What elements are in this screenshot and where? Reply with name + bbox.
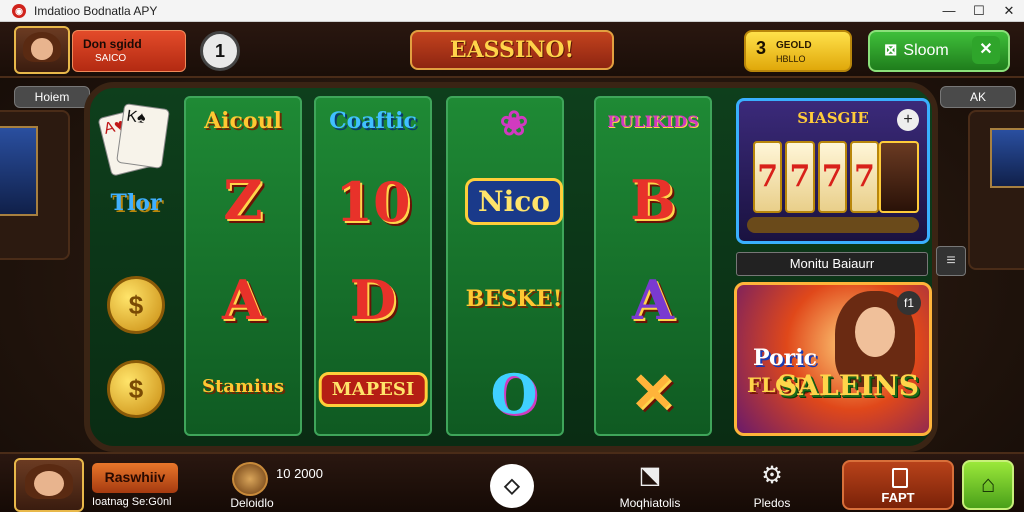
- player-avatar[interactable]: [14, 26, 70, 74]
- symbol-word: Tlor: [110, 190, 162, 216]
- promo-line-1: Poric: [753, 345, 817, 371]
- gear-icon[interactable]: ⚙: [756, 460, 788, 492]
- share-label: Moqhiatolis: [619, 496, 681, 510]
- credit-value: 10 2000: [276, 466, 323, 481]
- background-screen-left: [0, 126, 38, 216]
- background-slot-machine-right: [968, 110, 1024, 270]
- symbol-badge: Nico: [465, 178, 563, 225]
- coin-sublabel: HBLLO: [776, 54, 806, 64]
- avatar-face: [30, 37, 54, 60]
- gold-coin-icon: $: [107, 360, 165, 418]
- symbol-word: BESKE!: [465, 286, 563, 312]
- close-icon[interactable]: ✕: [972, 36, 1000, 64]
- sloom-button[interactable]: ⊠ Sloom ✕: [868, 30, 1010, 72]
- settings-label: Pledos: [753, 496, 791, 510]
- coin-label: GEOLD: [776, 40, 812, 51]
- game-window: ◉ Imdatioo Bodnatla APY — ☐ ✕ Don sgidd …: [0, 0, 1024, 512]
- top-bar: Don sgidd SAICO 1 EASSINO! 3 GEOLD HBLLO…: [0, 22, 1024, 78]
- portrait-face: [855, 307, 895, 357]
- exit-label: FAPT: [881, 490, 915, 505]
- window-title: Imdatioo Bodnatla APY: [34, 3, 158, 18]
- friend-avatar[interactable]: [232, 462, 268, 496]
- slot-machine-panel[interactable]: SIASGIE + 7 7 7 7: [736, 98, 930, 244]
- box-icon: ⊠: [884, 42, 898, 59]
- home-pill[interactable]: Hoiem: [14, 86, 90, 108]
- bottom-bar: Raswhiiv Ioatnag Se:G0nl Deloidlo 10 200…: [0, 452, 1024, 512]
- symbol-cross-icon: ✕: [630, 360, 676, 424]
- center-action-button[interactable]: ◇: [490, 464, 534, 508]
- close-button[interactable]: ✕: [994, 0, 1024, 22]
- app-icon: ◉: [12, 3, 26, 18]
- slot-reel-cell: 7: [849, 141, 879, 213]
- maximize-button[interactable]: ☐: [964, 0, 994, 22]
- card-front: K♠: [116, 103, 170, 169]
- symbol-word: Coaftic: [329, 108, 417, 134]
- game-logo: EASSINO!: [410, 30, 614, 70]
- symbol-badge: MAPESI: [318, 372, 428, 407]
- round-indicator-button[interactable]: 1: [200, 31, 240, 71]
- plus-icon[interactable]: +: [897, 109, 919, 131]
- share-icon[interactable]: ⬔: [634, 460, 666, 492]
- promo-banner[interactable]: Poric FLOD SALEINS f1: [734, 282, 932, 436]
- slot-base: [747, 217, 919, 233]
- player-name: Don sgidd: [83, 37, 142, 51]
- symbol-letter: Z: [223, 168, 263, 232]
- player-card[interactable]: Don sgidd SAICO: [72, 30, 186, 72]
- friend-label: Deloidlo: [230, 496, 274, 510]
- promo-line-3: SALEINS: [777, 369, 919, 402]
- lock-icon[interactable]: ⌂: [962, 460, 1014, 510]
- window-controls: — ☐ ✕: [934, 0, 1024, 22]
- symbol-letter: A: [632, 268, 674, 332]
- promo-badge: f1: [897, 291, 921, 315]
- profile-subtitle: Ioatnag Se:G0nl: [92, 496, 172, 508]
- door-icon: [892, 468, 908, 488]
- player-subtitle: SAICO: [95, 53, 127, 64]
- profile-name-button[interactable]: Raswhiiv: [92, 463, 178, 493]
- symbol-letter: A: [222, 268, 264, 332]
- sloom-label: Sloom: [903, 42, 949, 59]
- menu-bar[interactable]: Monitu Baiaurr: [736, 252, 928, 276]
- bottom-avatar[interactable]: [14, 458, 84, 512]
- menu-icon[interactable]: ≡: [936, 246, 966, 276]
- symbol-letter: D: [349, 268, 397, 332]
- title-bar: ◉ Imdatioo Bodnatla APY — ☐ ✕: [0, 0, 1024, 22]
- gold-coin-icon: $: [107, 276, 165, 334]
- slot-portrait: [879, 141, 919, 213]
- symbol-letter: B: [630, 168, 676, 232]
- background-slot-machine-left: [0, 110, 70, 260]
- avatar-face: [34, 471, 64, 496]
- symbol-letter: O: [490, 362, 538, 426]
- coin-balance[interactable]: 3 GEOLD HBLLO: [744, 30, 852, 72]
- symbol-fruit-icon: ❀: [499, 105, 529, 143]
- slot-reel-cell: 7: [753, 141, 783, 213]
- coin-count: 3: [756, 38, 767, 58]
- playing-cards: A♥ K♠: [97, 103, 170, 177]
- symbol-word: PULIKIDS: [607, 112, 699, 131]
- background-screen-right: [990, 128, 1024, 188]
- symbol-word: Stamius: [201, 376, 285, 397]
- symbol-word: Aicoul: [204, 108, 282, 134]
- ak-pill[interactable]: AK: [940, 86, 1016, 108]
- symbol-letter: 10: [335, 170, 411, 234]
- slot-reels: 7 7 7 7: [753, 141, 879, 213]
- slot-reel-cell: 7: [785, 141, 815, 213]
- minimize-button[interactable]: —: [934, 0, 964, 22]
- exit-button[interactable]: FAPT: [842, 460, 954, 510]
- slot-reel-cell: 7: [817, 141, 847, 213]
